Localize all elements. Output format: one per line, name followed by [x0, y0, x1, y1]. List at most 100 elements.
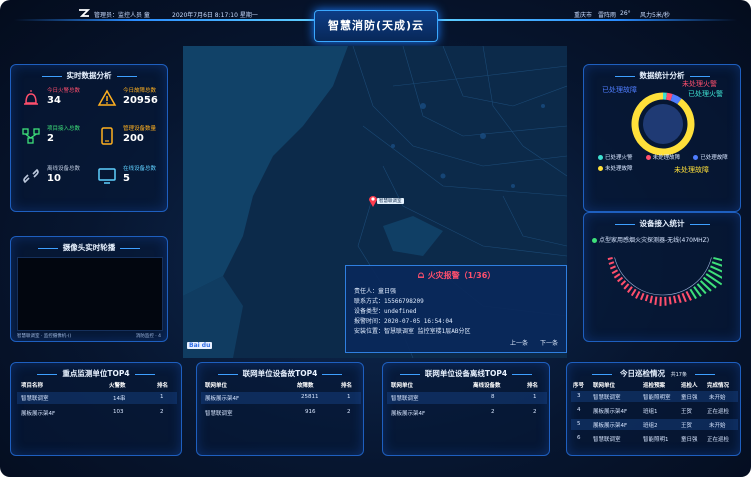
- device-access-legend[interactable]: 点型家用感烟火灾探测器-无线(470MHZ): [592, 235, 709, 244]
- alarm-time: 报警时间：2020-07-05 16:54:04: [354, 318, 453, 325]
- admin-label: 管理员：: [94, 12, 119, 19]
- fault-top-title: 联网单位设备故TOP4: [197, 368, 363, 379]
- ring-bar[interactable]: [644, 294, 649, 302]
- table-cell: 智慧联调室: [391, 396, 419, 402]
- table-cell: 4: [577, 407, 581, 413]
- table-header: 故障数: [297, 383, 314, 389]
- stat-projects[interactable]: 项目接入总数 2: [21, 123, 91, 151]
- alarm-prev-button[interactable]: 上一条: [510, 338, 528, 347]
- stat-online[interactable]: 在线设备总数 5: [97, 163, 167, 191]
- ring-bar[interactable]: [673, 295, 677, 304]
- legend-dot: [645, 155, 651, 160]
- offline-top-table: 联网单位 离线设备数 排名 智慧联调室 8 1 展板展示架4F 2 2: [387, 379, 547, 449]
- ring-bar[interactable]: [654, 296, 658, 305]
- table-cell: 正在巡检: [707, 409, 730, 415]
- ring-bar[interactable]: [668, 296, 672, 305]
- table-cell: 916: [305, 409, 316, 415]
- alarm-bell-icon: [417, 272, 424, 278]
- ring-bar[interactable]: [689, 288, 697, 300]
- weather-text: 雷阵雨: [598, 12, 617, 19]
- ring-bar[interactable]: [627, 286, 633, 294]
- ring-bar[interactable]: [635, 290, 641, 299]
- table-cell: 103: [113, 409, 124, 415]
- realtime-title: 实时数据分析: [11, 70, 167, 81]
- alarm-contact: 联系方式：15566798209: [354, 298, 424, 305]
- ring-bar[interactable]: [649, 295, 653, 304]
- datetime: 2020年7月6日 8:17:10 星期一: [172, 12, 258, 19]
- camera-title: 摄像头实时轮播: [11, 242, 167, 253]
- donut-label-processed-fire: 已处理火警: [688, 90, 723, 98]
- table-header: 联网单位: [593, 383, 616, 389]
- admin-name[interactable]: 监控人员 童: [118, 12, 150, 19]
- ring-bar[interactable]: [609, 265, 616, 270]
- table-cell: 智能照明室: [643, 395, 671, 401]
- table-header: 排名: [527, 383, 539, 389]
- device-ring-chart[interactable]: [604, 245, 722, 341]
- ring-bar[interactable]: [630, 288, 637, 297]
- table-cell: 8: [491, 394, 495, 400]
- stat-devices[interactable]: 管理设备数量 200: [97, 123, 167, 151]
- ring-bar[interactable]: [611, 269, 619, 275]
- legend-text: 已处理火警: [605, 155, 633, 161]
- ring-bar[interactable]: [607, 256, 613, 261]
- legend-text: 点型家用感烟火灾探测器-无线(470MHZ): [599, 237, 710, 244]
- stat-label: 项目接入总数: [47, 126, 81, 132]
- table-cell: 智慧联调室: [21, 396, 49, 402]
- top-bar: 管理员：监控人员 童 2020年7月6日 8:17:10 星期一 智慧消防(天成…: [0, 0, 751, 44]
- legend-item[interactable]: 未处理故障: [598, 164, 633, 175]
- top-line-left: [14, 19, 314, 21]
- table-header: 火警数: [109, 383, 126, 389]
- ring-bar[interactable]: [685, 290, 692, 301]
- table-cell: 展板展示架4F: [391, 411, 426, 417]
- inspection-title-wrap: 今日巡检情况 共17条: [567, 368, 740, 379]
- table-cell: 童日强: [681, 395, 698, 401]
- stat-offline[interactable]: 离线设备总数 10: [21, 163, 91, 191]
- alarm-title: 火灾报警（1/36）: [427, 271, 496, 280]
- key-units-table: 项目名称 火警数 排名 智慧联调室 14串 1 展板展示架4F 103 2: [17, 379, 177, 449]
- ring-bar[interactable]: [620, 280, 627, 286]
- table-cell: 1: [160, 394, 164, 400]
- table-cell: 展板展示架4F: [593, 409, 628, 415]
- ring-bar[interactable]: [681, 292, 687, 303]
- table-cell: 智慧联调室: [593, 395, 621, 401]
- camera-caption-left: 智慧联调室 · 监控摄像机-(): [17, 334, 72, 339]
- stat-label: 离线设备总数: [47, 166, 81, 172]
- stat-label: 今日故障总数: [123, 88, 157, 94]
- legend-item[interactable]: 已处理火警: [598, 153, 646, 164]
- table-header: 联网单位: [205, 383, 228, 389]
- page-title: 智慧消防(天成)云: [327, 19, 425, 32]
- camera-feed[interactable]: [17, 257, 163, 331]
- ring-bar[interactable]: [640, 292, 645, 301]
- ring-bar[interactable]: [623, 283, 630, 290]
- legend-item[interactable]: 未处理故障: [645, 153, 694, 164]
- ring-bar[interactable]: [608, 261, 615, 265]
- offline-top-panel: 联网单位设备离线TOP4 联网单位 离线设备数 排名 智慧联调室 8 1 展板展…: [382, 362, 550, 456]
- stat-fire-alarms[interactable]: 今日火警总数 34: [21, 85, 91, 113]
- ring-bar[interactable]: [613, 273, 621, 279]
- ring-bar[interactable]: [677, 294, 682, 303]
- stat-label: 管理设备数量: [123, 126, 157, 132]
- alarm-next-button[interactable]: 下一条: [540, 338, 558, 347]
- offline-top-title: 联网单位设备离线TOP4: [383, 368, 549, 379]
- stat-faults[interactable]: 今日故障总数 20956: [97, 85, 167, 113]
- table-cell: 5: [577, 421, 581, 427]
- ring-bar[interactable]: [617, 276, 624, 283]
- inspection-panel: 今日巡检情况 共17条 序号 联网单位 巡检预案 巡检人 完成情况 3 智慧联调…: [566, 362, 741, 456]
- stat-value: 5: [123, 173, 130, 184]
- stats-donut-chart[interactable]: [628, 89, 698, 159]
- stat-value: 200: [123, 133, 144, 144]
- donut-slice-2[interactable]: [670, 94, 682, 105]
- table-header: 联网单位: [391, 383, 414, 389]
- stat-label: 今日火警总数: [47, 88, 81, 94]
- donut-slice-1[interactable]: [665, 92, 673, 101]
- table-cell: 智慧联调室: [593, 437, 621, 443]
- table-cell: 智慧联调室: [205, 411, 233, 417]
- stats-analysis-panel: 数据统计分析 已处理故障 未处理火警 已处理火警 未处理故障 已处理火警 未处理故…: [583, 64, 741, 212]
- table-cell: 未开始: [709, 423, 726, 429]
- legend-item[interactable]: 已处理故障: [693, 153, 735, 164]
- table-header: 项目名称: [21, 383, 44, 389]
- brand-logo-icon: [79, 9, 90, 17]
- table-header: 排名: [157, 383, 169, 389]
- phone-device-icon: [101, 127, 113, 145]
- stat-value: 34: [47, 95, 61, 106]
